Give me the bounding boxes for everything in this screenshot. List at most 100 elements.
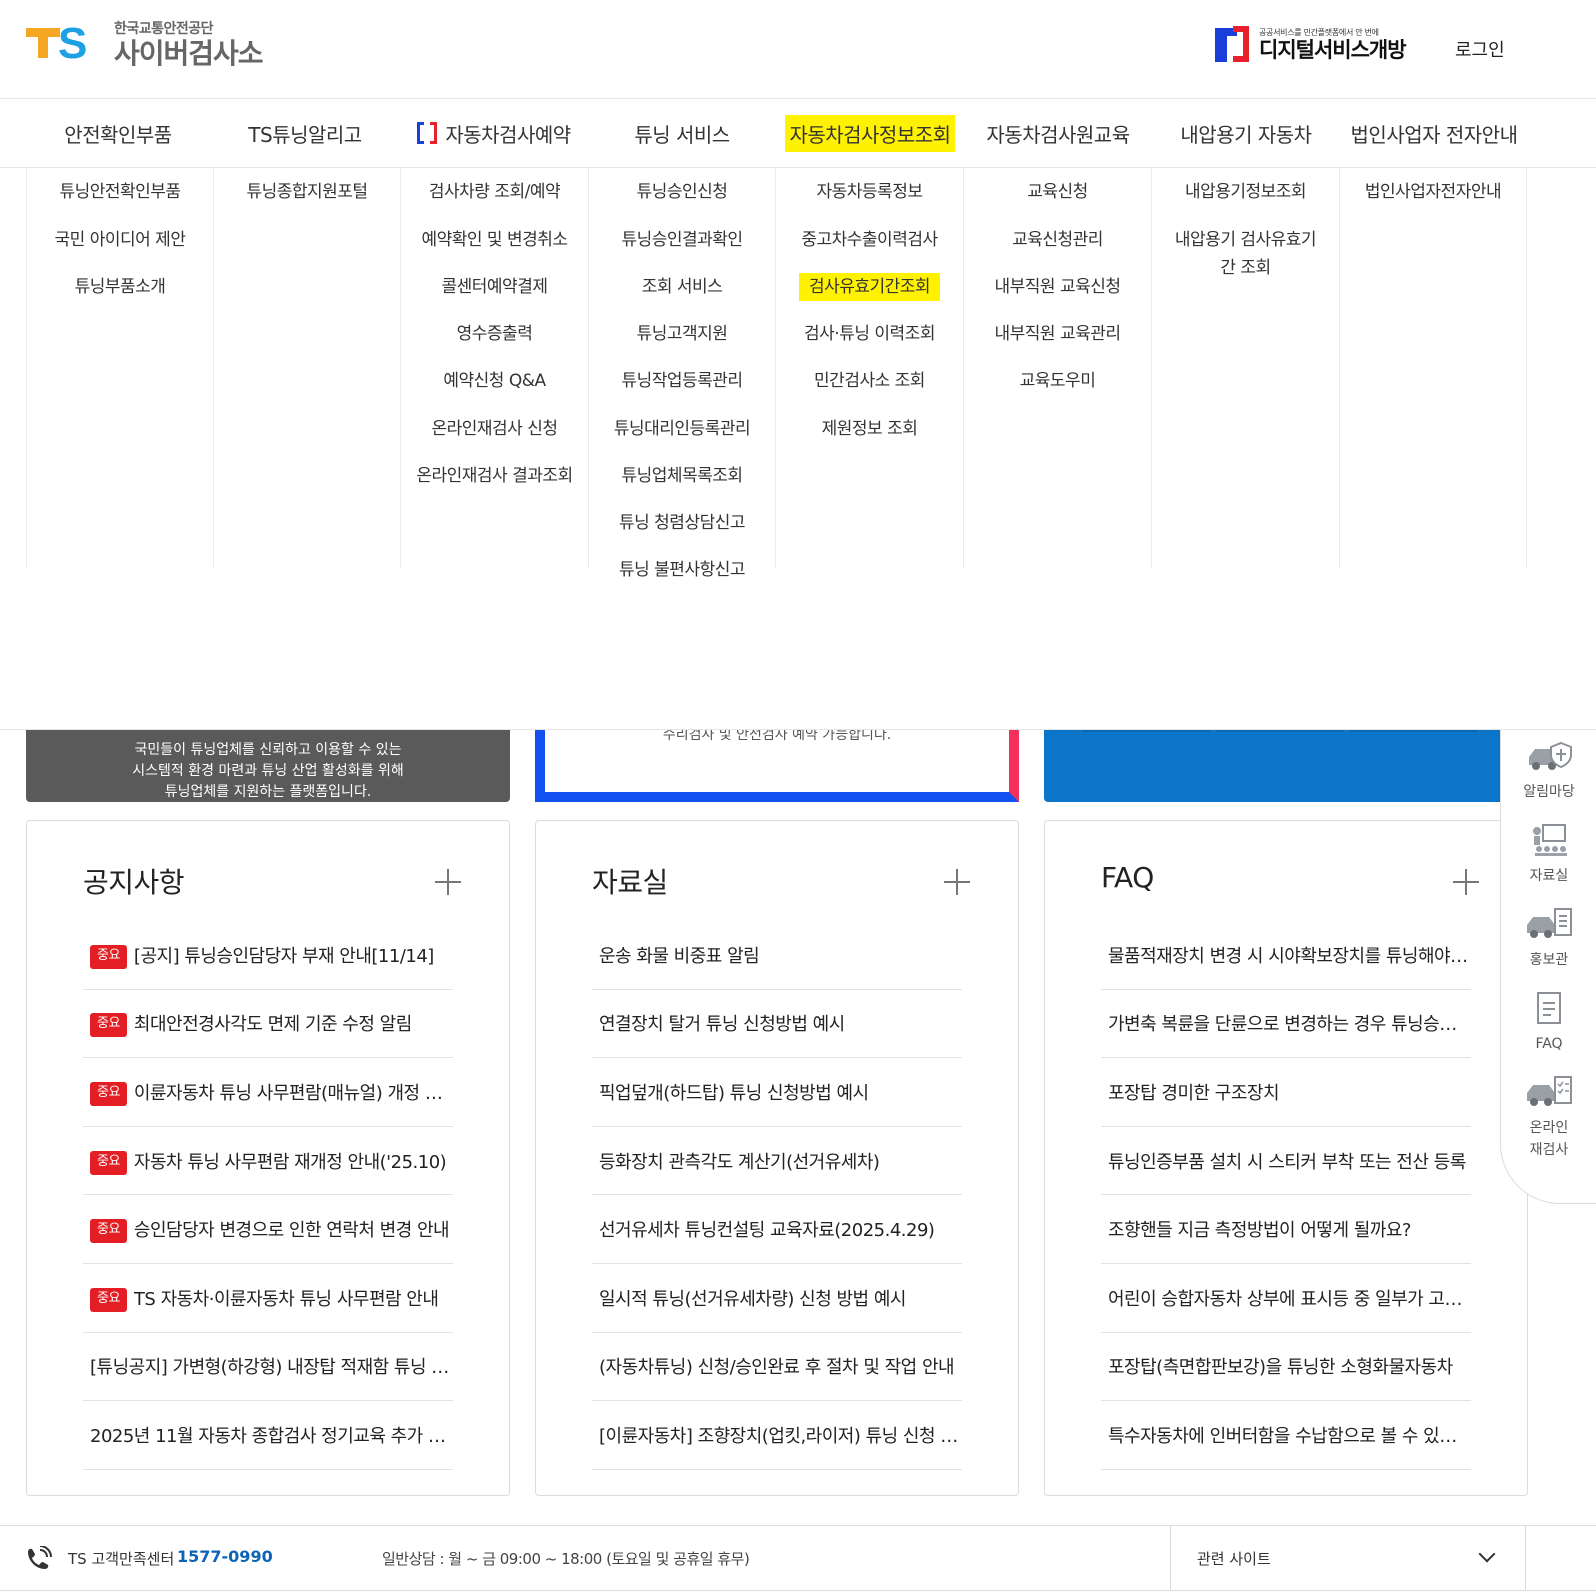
list-item[interactable]: 선거유세차 튜닝컨설팅 교육자료(2025.4.29) — [592, 1195, 962, 1264]
menu-item[interactable]: 콜센터예약결제 — [401, 273, 588, 301]
menu-item[interactable]: 온라인재검사 신청 — [401, 415, 588, 443]
menu-item[interactable]: 제원정보 조회 — [776, 415, 963, 443]
menu-column-ts-tuning: 튜닝종합지원포털 — [214, 168, 401, 568]
main-nav: 안전확인부품 TS튜닝알리고 자동차검사예약 튜닝 서비스 자동차검사정보조회 … — [0, 98, 1596, 168]
menu-item[interactable]: 예약확인 및 변경취소 — [401, 226, 588, 254]
ds-title: 디지털서비스개방 — [1259, 37, 1407, 62]
faq-more-plus-icon[interactable] — [1453, 869, 1479, 895]
quick-library[interactable]: 자료실 — [1501, 823, 1596, 887]
list-item[interactable]: [이륜자동차] 조향장치(업킷,라이저) 튜닝 신청 예시 — [592, 1401, 962, 1470]
car-shield-icon — [1529, 741, 1572, 770]
menu-item[interactable]: 법인사업자전자안내 — [1340, 178, 1526, 206]
menu-item[interactable]: 튜닝안전확인부품 — [27, 178, 213, 206]
list-item[interactable]: 픽업덮개(하드탑) 튜닝 신청방법 예시 — [592, 1058, 962, 1127]
faq-title: FAQ — [1101, 861, 1154, 894]
car-document-icon — [1527, 908, 1572, 938]
menu-item[interactable]: 튜닝부품소개 — [27, 273, 213, 301]
quick-online-reinspection[interactable]: 온라인 재검사 — [1501, 1075, 1596, 1161]
menu-item[interactable]: 튜닝 불편사항신고 — [589, 556, 775, 584]
quick-notice[interactable]: 알림마당 — [1501, 739, 1596, 803]
nav-inspection-info[interactable]: 자동차검사정보조회 — [776, 99, 964, 167]
header: S 한국교통안전공단 사이버검사소 공공서비스를 민간플랫폼에서 안 번에 디지… — [0, 0, 1596, 98]
menu-item[interactable]: 내부직원 교육관리 — [964, 320, 1151, 348]
list-item[interactable]: 포장탑(측면합판보강)을 튜닝한 소형화물자동차 — [1101, 1333, 1471, 1402]
list-item[interactable]: 중요 자동차 튜닝 사무편람 재개정 안내('25.10) — [83, 1127, 453, 1196]
menu-item[interactable]: 교육신청 — [964, 178, 1151, 206]
list-item[interactable]: 어린이 승합자동차 상부에 표시등 중 일부가 고장난 경우 — [1101, 1264, 1471, 1333]
list-item[interactable]: [튜닝공지] 가변형(하강형) 내장탑 적재함 튜닝 안내 — [83, 1333, 453, 1402]
list-item[interactable]: 가변축 복륜을 단륜으로 변경하는 경우 튜닝승인 대상인가요? — [1101, 990, 1471, 1059]
quick-faq[interactable]: FAQ — [1501, 991, 1596, 1055]
list-item[interactable]: 포장탑 경미한 구조장치 — [1101, 1058, 1471, 1127]
menu-item[interactable]: 자동차등록정보 — [776, 178, 963, 206]
menu-item[interactable]: 온라인재검사 결과조회 — [401, 462, 588, 490]
document-icon — [1537, 992, 1561, 1024]
menu-item[interactable]: 검사·튜닝 이력조회 — [776, 320, 963, 348]
nav-safety-parts[interactable]: 안전확인부품 — [26, 99, 210, 167]
nav-ts-tuning[interactable]: TS튜닝알리고 — [213, 99, 397, 167]
list-item[interactable]: 중요 최대안전경사각도 면제 기준 수정 알림 — [83, 990, 453, 1059]
menu-item[interactable]: 조회 서비스 — [589, 273, 775, 301]
library-list: 운송 화물 비중표 알림 연결장치 탈거 튜닝 신청방법 예시 픽업덮개(하드탑… — [592, 921, 962, 1470]
list-item[interactable]: 중요 [공지] 튜닝승인담당자 부재 안내[11/14] — [83, 921, 453, 990]
nav-inspector-education[interactable]: 자동차검사원교육 — [964, 99, 1152, 167]
menu-item[interactable]: 튜닝 청렴상담신고 — [589, 509, 775, 537]
menu-item[interactable]: 튜닝승인신청 — [589, 178, 775, 206]
menu-item[interactable]: 검사차량 조회/예약 — [401, 178, 588, 206]
list-item[interactable]: 중요 TS 자동차·이륜자동차 튜닝 사무편람 안내 — [83, 1264, 453, 1333]
menu-item[interactable]: 국민 아이디어 제안 — [27, 226, 213, 254]
cs-center-number[interactable]: 1577-0990 — [177, 1547, 273, 1566]
important-badge: 중요 — [90, 1219, 127, 1244]
list-item[interactable]: 튜닝인증부품 설치 시 스티커 부착 또는 전산 등록 — [1101, 1127, 1471, 1196]
nav-inspection-reservation[interactable]: 자동차검사예약 — [400, 99, 588, 167]
menu-item[interactable]: 예약신청 Q&A — [401, 367, 588, 395]
menu-item[interactable]: 영수증출력 — [401, 320, 588, 348]
list-item[interactable]: 2025년 11월 자동차 종합검사 정기교육 추가 안내 — [83, 1401, 453, 1470]
important-badge: 중요 — [90, 1081, 127, 1106]
digital-service-mark-icon — [1215, 26, 1251, 62]
list-item[interactable]: 등화장치 관측각도 계산기(선거유세차) — [592, 1127, 962, 1196]
login-link[interactable]: 로그인 — [1455, 36, 1505, 62]
notice-more-plus-icon[interactable] — [435, 869, 461, 895]
digital-service-logo[interactable]: 공공서비스를 민간플랫폼에서 안 번에 디지털서비스개방 — [1215, 26, 1407, 62]
menu-item[interactable]: 튜닝종합지원포털 — [214, 178, 400, 206]
menu-item[interactable]: 내압용기정보조회 — [1152, 178, 1339, 206]
menu-item[interactable]: 교육신청관리 — [964, 226, 1151, 254]
menu-item[interactable]: 튜닝고객지원 — [589, 320, 775, 348]
menu-item[interactable]: 튜닝작업등록관리 — [589, 367, 775, 395]
related-sites-select[interactable]: 관련 사이트 — [1170, 1526, 1526, 1590]
list-item[interactable]: 중요 승인담당자 변경으로 인한 연락처 변경 안내 — [83, 1195, 453, 1264]
list-item[interactable]: 물품적재장치 변경 시 시야확보장치를 튜닝해야 하나요? — [1101, 921, 1471, 990]
menu-item[interactable]: 교육도우미 — [964, 367, 1151, 395]
list-item[interactable]: 일시적 튜닝(선거유세차량) 신청 방법 예시 — [592, 1264, 962, 1333]
menu-item[interactable]: 내압용기 검사유효기간 조회 — [1152, 226, 1339, 282]
notice-board: 공지사항 중요 [공지] 튜닝승인담당자 부재 안내[11/14] 중요 최대안전경… — [26, 820, 510, 1496]
nav-tuning-service[interactable]: 튜닝 서비스 — [588, 99, 776, 167]
menu-item[interactable]: 튜닝대리인등록관리 — [589, 415, 775, 443]
list-item[interactable]: 특수자동차에 인버터함을 수납함으로 볼 수 있나요? — [1101, 1401, 1471, 1470]
menu-item[interactable]: 민간검사소 조회 — [776, 367, 963, 395]
important-badge: 중요 — [90, 944, 127, 969]
list-item[interactable]: 운송 화물 비중표 알림 — [592, 921, 962, 990]
ds-subtitle: 공공서비스를 민간플랫폼에서 안 번에 — [1259, 27, 1379, 37]
list-item[interactable]: (자동차튜닝) 신청/승인완료 후 절차 및 작업 안내 — [592, 1333, 962, 1402]
menu-item[interactable]: 튜닝승인결과확인 — [589, 226, 775, 254]
menu-item[interactable]: 내부직원 교육신청 — [964, 273, 1151, 301]
library-more-plus-icon[interactable] — [944, 869, 970, 895]
menu-item[interactable]: 튜닝업체목록조회 — [589, 462, 775, 490]
list-item[interactable]: 조향핸들 지금 측정방법이 어떻게 될까요? — [1101, 1195, 1471, 1264]
nav-corporate-notice[interactable]: 법인사업자 전자안내 — [1340, 99, 1528, 167]
list-item[interactable]: 중요 이륜자동차 튜닝 사무편람(매뉴얼) 개정 안내 — [83, 1058, 453, 1127]
site-logo[interactable]: S 한국교통안전공단 사이버검사소 — [26, 18, 264, 70]
menu-item[interactable]: 중고차수출이력검사 — [776, 226, 963, 254]
ts-logo-mark: S — [26, 22, 98, 66]
nav-pressure-vessel[interactable]: 내압용기 자동차 — [1152, 99, 1340, 167]
menu-column-pressure-vessel: 내압용기정보조회 내압용기 검사유효기간 조회 — [1152, 168, 1340, 568]
list-item[interactable]: 연결장치 탈거 튜닝 신청방법 예시 — [592, 990, 962, 1059]
cs-hours: 일반상담 : 월 ~ 금 09:00 ~ 18:00 (토요일 및 공휴일 휴무… — [382, 1550, 750, 1568]
menu-column-safety-parts: 튜닝안전확인부품 국민 아이디어 제안 튜닝부품소개 — [26, 168, 214, 568]
mega-menu: 튜닝안전확인부품 국민 아이디어 제안 튜닝부품소개 튜닝종합지원포털 검사차량… — [0, 168, 1596, 730]
quick-pr[interactable]: 홍보관 — [1501, 907, 1596, 971]
logo-title: 사이버검사소 — [114, 37, 264, 70]
menu-item-highlighted[interactable]: 검사유효기간조회 — [776, 273, 963, 301]
